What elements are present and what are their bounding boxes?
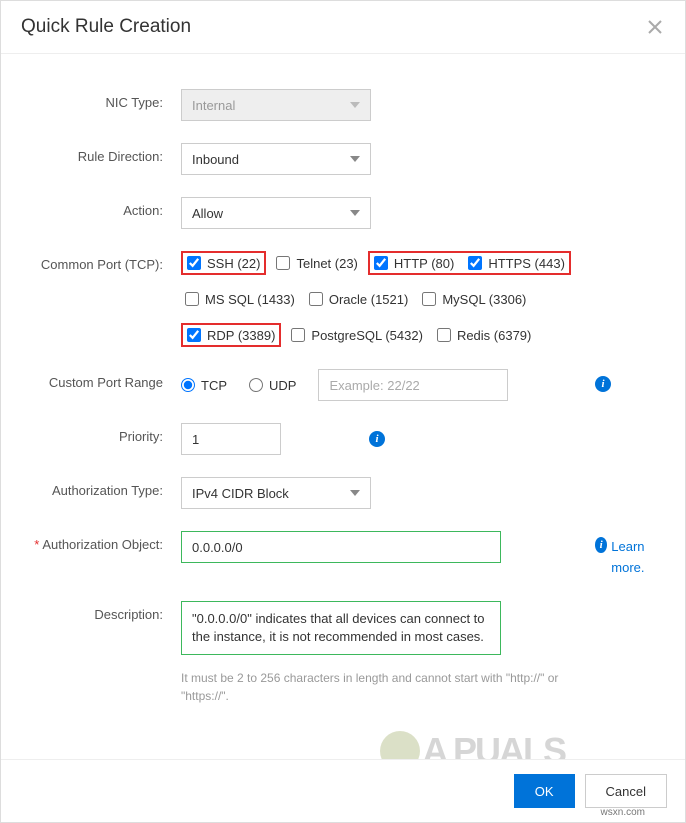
port-https-checkbox[interactable]: [468, 256, 482, 270]
close-icon[interactable]: [645, 17, 665, 37]
port-telnet-checkbox[interactable]: [276, 256, 290, 270]
port-mssql-checkbox[interactable]: [185, 292, 199, 306]
port-redis[interactable]: Redis (6379): [433, 325, 535, 345]
titlebar: Quick Rule Creation: [1, 1, 685, 54]
port-ssh-checkbox[interactable]: [187, 256, 201, 270]
dialog-body: NIC Type: Internal Rule Direction: Inbou…: [1, 54, 685, 731]
port-postgres[interactable]: PostgreSQL (5432): [287, 325, 427, 345]
description-hint: It must be 2 to 256 characters in length…: [181, 669, 601, 705]
port-ssh-label: SSH (22): [207, 257, 260, 270]
port-rdp-label: RDP (3389): [207, 329, 275, 342]
port-oracle-label: Oracle (1521): [329, 293, 408, 306]
protocol-udp[interactable]: UDP: [249, 378, 296, 393]
priority-input[interactable]: [181, 423, 281, 455]
nic-type-select: Internal: [181, 89, 371, 121]
label-priority: Priority:: [21, 423, 181, 444]
required-marker: *: [34, 537, 39, 552]
label-rule-direction: Rule Direction:: [21, 143, 181, 164]
port-redis-checkbox[interactable]: [437, 328, 451, 342]
auth-type-select[interactable]: IPv4 CIDR Block: [181, 477, 371, 509]
cancel-button[interactable]: Cancel: [585, 774, 667, 808]
protocol-tcp[interactable]: TCP: [181, 378, 227, 393]
dialog-footer: OK Cancel: [1, 759, 685, 822]
label-nic-type: NIC Type:: [21, 89, 181, 110]
protocol-udp-radio[interactable]: [249, 378, 263, 392]
port-rdp-checkbox[interactable]: [187, 328, 201, 342]
nic-type-value: Internal: [192, 98, 235, 113]
source-tag: wsxn.com: [601, 807, 645, 818]
auth-object-input[interactable]: [181, 531, 501, 563]
port-telnet[interactable]: Telnet (23): [272, 253, 361, 273]
port-mysql-checkbox[interactable]: [422, 292, 436, 306]
port-https[interactable]: HTTPS (443): [464, 253, 569, 273]
info-icon[interactable]: i: [595, 376, 611, 392]
action-value: Allow: [192, 206, 223, 221]
action-select[interactable]: Allow: [181, 197, 371, 229]
port-oracle[interactable]: Oracle (1521): [305, 289, 412, 309]
port-mssql-label: MS SQL (1433): [205, 293, 295, 306]
description-input[interactable]: [181, 601, 501, 655]
label-action: Action:: [21, 197, 181, 218]
info-icon[interactable]: i: [369, 431, 385, 447]
chevron-down-icon: [350, 102, 360, 108]
port-oracle-checkbox[interactable]: [309, 292, 323, 306]
label-custom-port: Custom Port Range: [21, 369, 181, 390]
label-description: Description:: [21, 601, 181, 622]
auth-type-value: IPv4 CIDR Block: [192, 486, 289, 501]
protocol-tcp-label: TCP: [201, 378, 227, 393]
quick-rule-dialog: Quick Rule Creation NIC Type: Internal R…: [0, 0, 686, 823]
port-https-label: HTTPS (443): [488, 257, 565, 270]
dialog-title: Quick Rule Creation: [21, 16, 191, 38]
protocol-tcp-radio[interactable]: [181, 378, 195, 392]
learn-more-link[interactable]: Learn more.: [611, 537, 665, 579]
custom-port-input[interactable]: [318, 369, 508, 401]
rule-direction-select[interactable]: Inbound: [181, 143, 371, 175]
port-redis-label: Redis (6379): [457, 329, 531, 342]
port-telnet-label: Telnet (23): [296, 257, 357, 270]
protocol-udp-label: UDP: [269, 378, 296, 393]
label-auth-type: Authorization Type:: [21, 477, 181, 498]
port-http-checkbox[interactable]: [374, 256, 388, 270]
label-auth-object: *Authorization Object:: [21, 531, 181, 552]
chevron-down-icon: [350, 490, 360, 496]
port-mysql-label: MySQL (3306): [442, 293, 526, 306]
rule-direction-value: Inbound: [192, 152, 239, 167]
port-postgres-checkbox[interactable]: [291, 328, 305, 342]
chevron-down-icon: [350, 210, 360, 216]
port-mssql[interactable]: MS SQL (1433): [181, 289, 299, 309]
ok-button[interactable]: OK: [514, 774, 575, 808]
label-common-port: Common Port (TCP):: [21, 251, 181, 272]
port-http-label: HTTP (80): [394, 257, 454, 270]
port-http[interactable]: HTTP (80): [370, 253, 458, 273]
port-rdp[interactable]: RDP (3389): [181, 323, 281, 347]
port-postgres-label: PostgreSQL (5432): [311, 329, 423, 342]
port-ssh[interactable]: SSH (22): [181, 251, 266, 275]
port-mysql[interactable]: MySQL (3306): [418, 289, 530, 309]
info-icon: i: [595, 537, 607, 553]
chevron-down-icon: [350, 156, 360, 162]
